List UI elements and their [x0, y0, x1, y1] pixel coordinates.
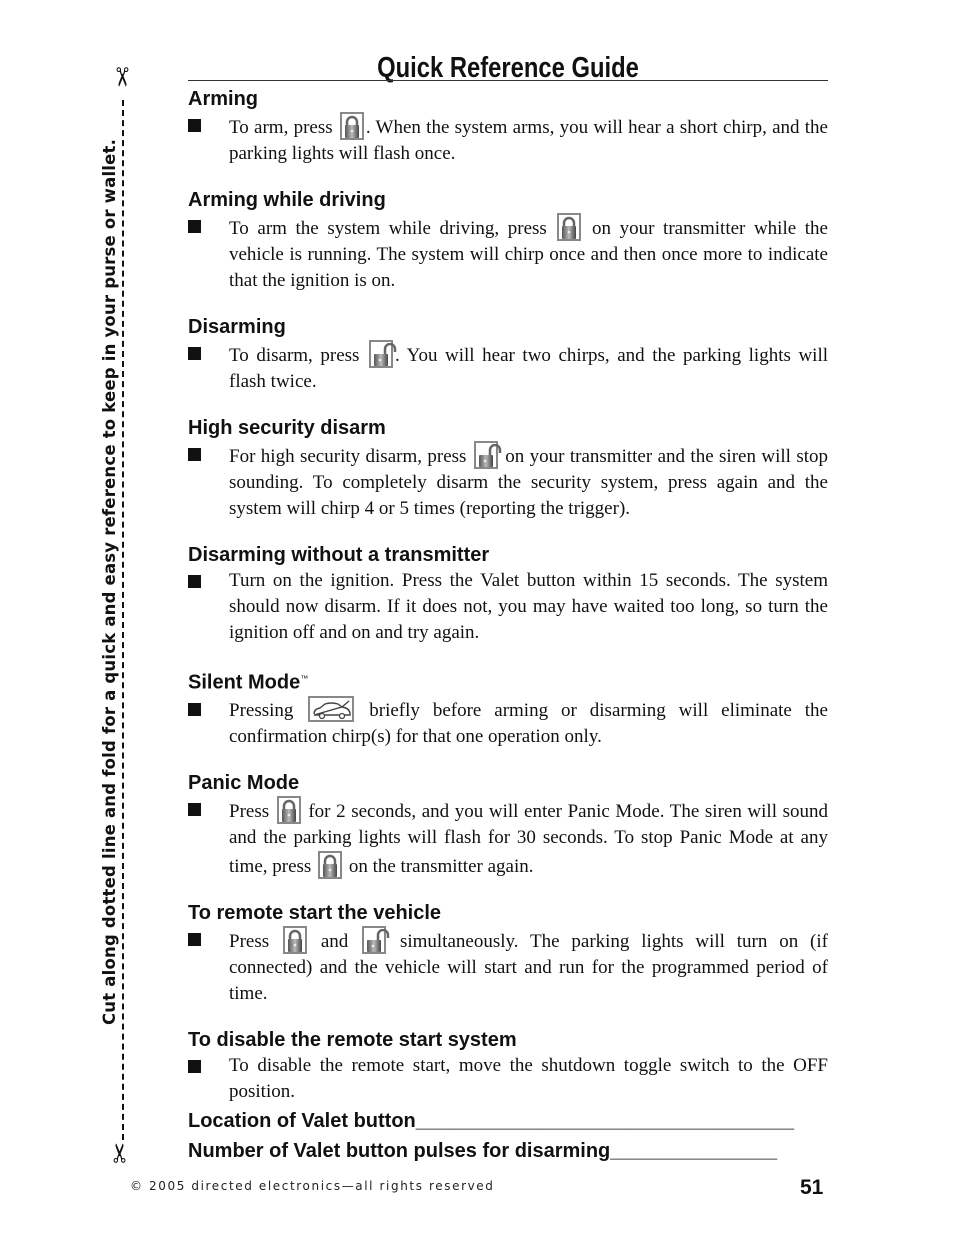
- lock-icon: [276, 795, 301, 824]
- section-text: Pressing briefly before arming or disarm…: [229, 695, 828, 750]
- bullet-item: Press for 2 seconds, and you will enter …: [188, 795, 828, 880]
- field-label: Location of Valet button: [188, 1110, 416, 1132]
- cut-instruction: Cut along dotted line and fold for a qui…: [100, 138, 119, 1025]
- text-run: on the transmitter again.: [344, 855, 534, 877]
- bullet-square-icon: [188, 932, 201, 946]
- text-run: and: [308, 930, 361, 952]
- text-run: For high security disarm, press: [229, 446, 472, 467]
- section-heading: Arming while driving: [188, 187, 828, 213]
- section-text: To disarm, press . You will hear two chi…: [229, 340, 828, 395]
- section-text: Press for 2 seconds, and you will enter …: [229, 795, 828, 880]
- bullet-item: For high security disarm, press on your …: [188, 441, 828, 522]
- section-text: To disable the remote start, move the sh…: [229, 1053, 828, 1105]
- sections: Arming To arm, press . When the system ar…: [188, 86, 828, 1105]
- lock-icon: [339, 112, 364, 140]
- text-run: To arm, press: [229, 117, 338, 138]
- lock-icon: [282, 925, 307, 954]
- bullet-square-icon: [188, 575, 201, 588]
- section-heading: Silent Mode™: [188, 666, 828, 696]
- text-run: Turn on the ignition. Press the Valet bu…: [229, 570, 828, 643]
- section-heading-text: Arming while driving: [188, 189, 386, 211]
- section-text: For high security disarm, press on your …: [229, 441, 828, 522]
- scissors-icon: ✂: [105, 1142, 136, 1164]
- section: To disable the remote start system To dis…: [188, 1027, 828, 1105]
- unlock-icon: [473, 441, 502, 469]
- bullet-square-icon: [188, 802, 201, 816]
- section-heading-text: Arming: [188, 88, 258, 110]
- section-text: Press and simultaneously. The parking li…: [229, 925, 828, 1007]
- scissors-icon: ✂: [105, 66, 136, 88]
- section-heading: Disarming without a transmitter: [188, 542, 828, 568]
- section-heading: To remote start the vehicle: [188, 900, 828, 926]
- section-text: To arm the system while driving, press o…: [229, 213, 828, 294]
- section-text: Turn on the ignition. Press the Valet bu…: [229, 568, 828, 646]
- field-blank-line[interactable]: _______________: [610, 1140, 777, 1162]
- cut-line: [122, 100, 124, 1140]
- lock-icon: [557, 213, 582, 241]
- bullet-square-icon: [188, 1059, 201, 1073]
- fill-in-field: Number of Valet button pulses for disarm…: [188, 1136, 794, 1166]
- section-heading-text: To disable the remote start system: [188, 1028, 517, 1051]
- section-heading-text: Disarming without a transmitter: [188, 544, 490, 566]
- section: Disarming To disarm, press . You will hea…: [188, 314, 828, 395]
- fill-in-field: Location of Valet button________________…: [188, 1106, 794, 1136]
- field-blank-line[interactable]: __________________________________: [416, 1110, 794, 1132]
- text-run: To disarm, press: [229, 345, 368, 366]
- section: Arming while driving To arm the system wh…: [188, 187, 828, 294]
- bullet-square-icon: [188, 119, 201, 132]
- page-number: 51: [800, 1176, 824, 1199]
- text-run: To arm the system while driving, press: [229, 218, 556, 239]
- bullet-item: To arm the system while driving, press o…: [188, 213, 828, 294]
- field-label: Number of Valet button pulses for disarm…: [188, 1140, 611, 1162]
- section: To remote start the vehicle Press and sim…: [188, 900, 828, 1007]
- car-trunk-icon: [308, 695, 355, 722]
- bullet-item: To disable the remote start, move the sh…: [188, 1053, 828, 1105]
- section-heading: Arming: [188, 86, 828, 112]
- section: Panic Mode Press for 2 seconds, and you w…: [188, 770, 828, 880]
- trademark-symbol: ™: [300, 674, 309, 683]
- section-heading-text: Disarming: [188, 316, 286, 338]
- bullet-square-icon: [188, 702, 201, 716]
- section-heading: Disarming: [188, 314, 828, 340]
- copyright: © 2005 directed electronics—all rights r…: [130, 1179, 495, 1193]
- text-run: Press: [229, 930, 281, 952]
- section-heading: High security disarm: [188, 415, 828, 441]
- section: Arming To arm, press . When the system ar…: [188, 86, 828, 167]
- valet-fields: Location of Valet button________________…: [188, 1106, 794, 1166]
- bullet-square-icon: [188, 448, 201, 461]
- section: Disarming without a transmitter Turn on t…: [188, 542, 828, 646]
- text-run: Press: [229, 800, 275, 822]
- bullet-item: To arm, press . When the system arms, yo…: [188, 112, 828, 167]
- bullet-item: Turn on the ignition. Press the Valet bu…: [188, 568, 828, 646]
- section-text: To arm, press . When the system arms, yo…: [229, 112, 828, 167]
- title-rule: [188, 80, 828, 81]
- manual-page: ✂ ✂ Cut along dotted line and fold for a…: [0, 0, 954, 1235]
- bullet-square-icon: [188, 220, 201, 233]
- unlock-icon: [362, 925, 390, 954]
- bullet-item: Press and simultaneously. The parking li…: [188, 925, 828, 1007]
- unlock-icon: [369, 340, 397, 368]
- section-heading-text: To remote start the vehicle: [188, 901, 442, 924]
- text-run: To disable the remote start, move the sh…: [229, 1054, 828, 1102]
- section-heading-text: High security disarm: [188, 417, 386, 439]
- section: High security disarm For high security di…: [188, 415, 828, 522]
- section-heading-text: Panic Mode: [188, 771, 300, 794]
- lock-icon: [318, 850, 343, 879]
- bullet-item: To disarm, press . You will hear two chi…: [188, 340, 828, 395]
- section-heading: Panic Mode: [188, 770, 828, 796]
- section-heading: To disable the remote start system: [188, 1027, 828, 1053]
- bullet-square-icon: [188, 347, 201, 360]
- section: Silent Mode™ Pressing briefly before armi…: [188, 666, 828, 750]
- text-run: Pressing: [229, 699, 307, 721]
- bullet-item: Pressing briefly before arming or disarm…: [188, 695, 828, 750]
- section-heading-text: Silent Mode: [188, 671, 301, 694]
